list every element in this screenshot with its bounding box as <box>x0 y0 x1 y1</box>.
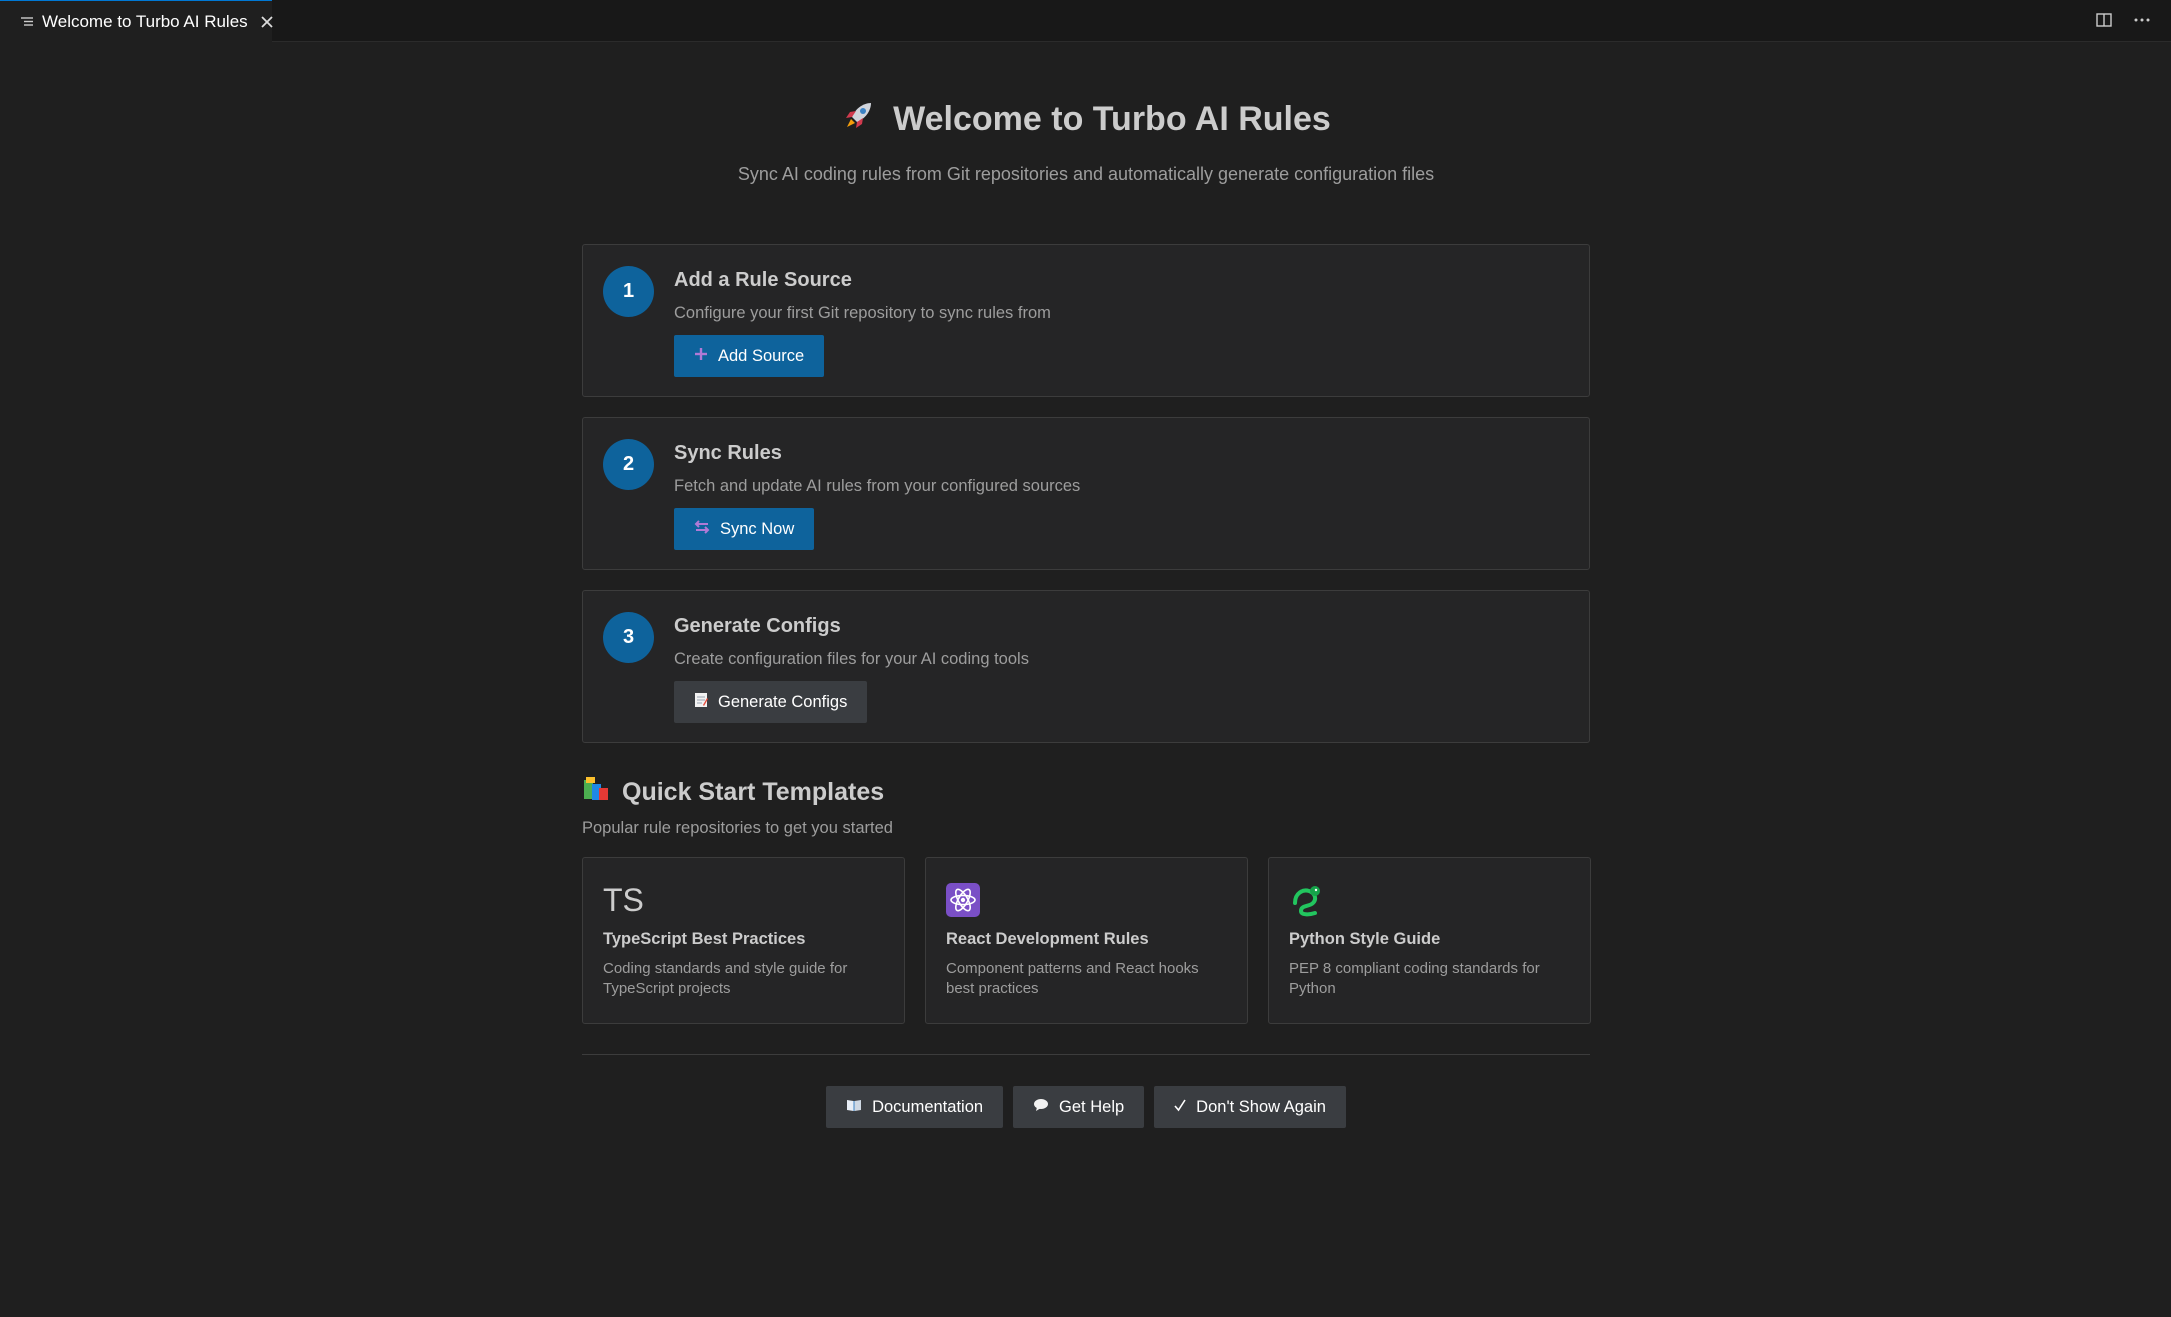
generate-configs-button[interactable]: Generate Configs <box>674 681 868 723</box>
add-source-button[interactable]: Add Source <box>674 335 825 377</box>
typescript-icon: TS <box>603 881 644 918</box>
step-card-sync-rules: 2 Sync Rules Fetch and update AI rules f… <box>582 417 1590 570</box>
tab-welcome[interactable]: Welcome to Turbo AI Rules <box>0 0 273 42</box>
editor-tab-bar: Welcome to Turbo AI Rules <box>0 0 2171 42</box>
open-book-icon <box>846 1098 862 1117</box>
page-title-text: Welcome to Turbo AI Rules <box>893 100 1331 138</box>
template-card-react[interactable]: React Development Rules Component patter… <box>925 857 1248 1024</box>
step-card-generate-configs: 3 Generate Configs Create configuration … <box>582 590 1590 743</box>
dont-show-again-button[interactable]: Don't Show Again <box>1154 1086 1346 1128</box>
speech-bubble-icon <box>1033 1098 1049 1117</box>
hero: Welcome to Turbo AI Rules Sync AI coding… <box>582 97 1590 185</box>
step-number: 1 <box>603 266 654 317</box>
welcome-content: Welcome to Turbo AI Rules Sync AI coding… <box>582 42 1591 1128</box>
plus-icon <box>694 347 708 366</box>
page-title: Welcome to Turbo AI Rules <box>841 97 1331 142</box>
step-description: Fetch and update AI rules from your conf… <box>674 477 1081 495</box>
footer-actions: Documentation Get Help Don't Show Again <box>582 1086 1590 1128</box>
books-icon <box>582 776 610 809</box>
template-title: Python Style Guide <box>1289 930 1441 948</box>
memo-icon <box>694 692 708 713</box>
tab-label: Welcome to Turbo AI Rules <box>42 11 248 31</box>
react-atom-icon <box>946 882 1227 918</box>
get-help-button[interactable]: Get Help <box>1013 1086 1145 1128</box>
sync-arrows-icon <box>694 519 710 539</box>
sync-now-button[interactable]: Sync Now <box>674 508 815 550</box>
template-card-typescript[interactable]: TS TypeScript Best Practices Coding stan… <box>582 857 905 1024</box>
step-number: 2 <box>603 439 654 490</box>
step-title: Generate Configs <box>674 615 841 637</box>
page-subtitle: Sync AI coding rules from Git repositori… <box>737 164 1435 184</box>
quick-start-subtitle: Popular rule repositories to get you sta… <box>582 819 893 837</box>
sync-now-label: Sync Now <box>720 519 795 538</box>
step-description: Create configuration files for your AI c… <box>674 650 1029 668</box>
step-number: 3 <box>603 612 654 663</box>
step-title: Add a Rule Source <box>674 269 852 291</box>
quick-start-title: Quick Start Templates <box>622 778 885 806</box>
preview-icon <box>20 15 34 29</box>
template-grid: TS TypeScript Best Practices Coding stan… <box>582 857 1591 1024</box>
template-card-python[interactable]: Python Style Guide PEP 8 compliant codin… <box>1268 857 1591 1024</box>
step-card-add-source: 1 Add a Rule Source Configure your first… <box>582 244 1590 397</box>
template-description: Component patterns and React hooks best … <box>946 960 1199 997</box>
add-source-label: Add Source <box>718 346 805 365</box>
step-description: Configure your first Git repository to s… <box>674 304 1051 322</box>
template-title: React Development Rules <box>946 930 1149 948</box>
template-description: PEP 8 compliant coding standards for Pyt… <box>1289 960 1540 997</box>
split-editor-icon[interactable] <box>2093 9 2115 31</box>
steps-list: 1 Add a Rule Source Configure your first… <box>582 244 1590 743</box>
divider <box>582 1054 1590 1055</box>
documentation-button[interactable]: Documentation <box>826 1086 1004 1128</box>
template-description: Coding standards and style guide for Typ… <box>603 960 848 997</box>
quick-start-heading: Quick Start Templates <box>582 776 1590 809</box>
rocket-icon <box>841 97 877 142</box>
template-title: TypeScript Best Practices <box>603 930 806 948</box>
close-icon[interactable] <box>258 13 276 31</box>
checkmark-icon <box>1174 1098 1186 1117</box>
documentation-label: Documentation <box>872 1097 984 1116</box>
get-help-label: Get Help <box>1059 1097 1125 1116</box>
more-actions-icon[interactable] <box>2131 9 2153 31</box>
dont-show-again-label: Don't Show Again <box>1196 1097 1326 1116</box>
python-snake-icon <box>1289 882 1570 918</box>
generate-configs-label: Generate Configs <box>718 692 848 711</box>
step-title: Sync Rules <box>674 442 782 464</box>
